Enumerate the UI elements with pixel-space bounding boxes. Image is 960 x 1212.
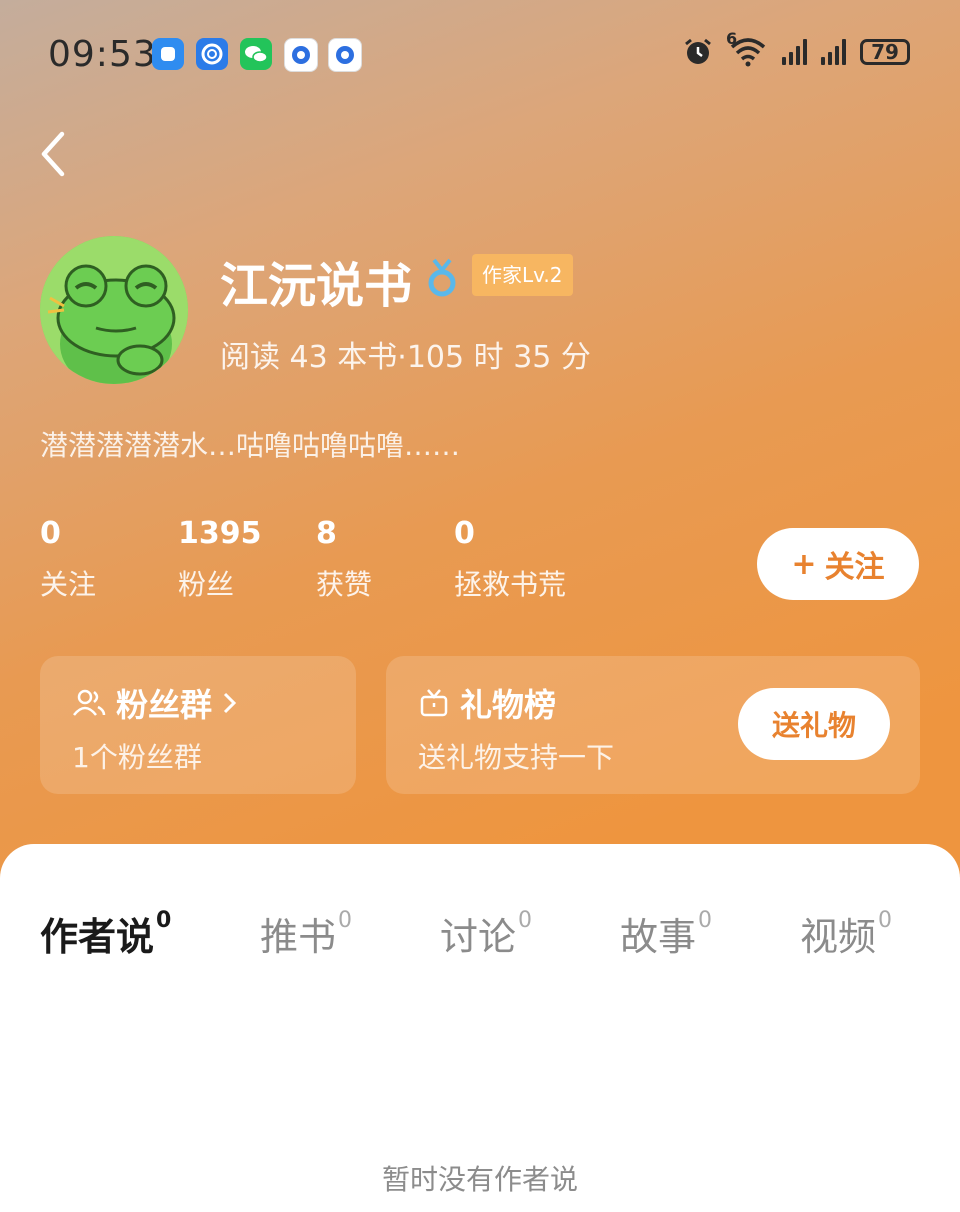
stat-value: 8: [316, 516, 337, 551]
medal-icon: [428, 258, 456, 297]
stat-label: 获赞: [316, 568, 373, 601]
group-users-icon: [73, 689, 106, 716]
reading-minutes: 35: [513, 340, 552, 375]
gift-board-subtitle: 送礼物支持一下: [418, 741, 615, 774]
stat-label: 关注: [40, 568, 97, 601]
wechat-icon: [240, 38, 272, 70]
reading-stats: 阅读 43 本书·105 时 35 分: [220, 332, 591, 376]
author-bio: 潜潜潜潜潜水…咕噜咕噜咕噜……: [40, 429, 461, 462]
tab-count: 0: [698, 908, 713, 933]
author-name: 江沅说书: [220, 258, 413, 314]
alarm-icon: [685, 38, 711, 64]
fan-group-card[interactable]: 粉丝群 1个粉丝群: [40, 656, 356, 794]
stat-label: 拯救书荒: [454, 568, 567, 601]
stat-likes[interactable]: 8 获赞: [316, 516, 372, 603]
follow-button-label: 关注: [824, 550, 885, 585]
tab-videos[interactable]: 视频0: [800, 906, 892, 961]
stat-value: 0: [40, 516, 61, 551]
reading-prefix: 阅读: [220, 340, 280, 375]
empty-state-text: 暂时没有作者说: [381, 1163, 578, 1196]
avatar[interactable]: [40, 236, 188, 384]
tab-discussion[interactable]: 讨论0: [440, 906, 532, 961]
tab-count: 0: [338, 908, 353, 933]
tab-label: 故事: [620, 915, 697, 959]
gift-board-title: 礼物榜: [460, 686, 557, 724]
tab-recommend-books[interactable]: 推书0: [260, 906, 352, 961]
stat-label: 粉丝: [178, 568, 235, 601]
chat-app-icon: [152, 38, 184, 70]
network-badge: 6: [726, 29, 738, 48]
follow-button[interactable]: + 关注: [757, 528, 919, 600]
browser-app-icon: [196, 38, 228, 70]
back-arrow-icon[interactable]: [34, 128, 74, 180]
tab-count: 0: [518, 908, 533, 933]
status-time: 09:53: [48, 34, 157, 75]
tab-label: 视频: [800, 915, 877, 959]
tab-label: 讨论: [440, 915, 517, 959]
content-sheet: [0, 844, 960, 1212]
tab-count: 0: [878, 908, 893, 933]
reading-minutes-unit: 分: [560, 340, 591, 375]
fan-group-title-row: 粉丝群: [72, 680, 238, 726]
chevron-right-icon: [223, 692, 237, 714]
plus-icon: +: [791, 546, 817, 582]
gift-board-title-row: 礼物榜: [418, 680, 556, 726]
level-badge: 作家Lv.2: [472, 254, 573, 296]
gift-box-icon: [420, 689, 448, 717]
circle-app-icon-2: [328, 38, 362, 72]
wifi-icon: 6: [726, 29, 768, 67]
circle-app-icon: [284, 38, 318, 72]
tab-stories[interactable]: 故事0: [620, 906, 712, 961]
tab-author-says[interactable]: 作者说0: [40, 906, 171, 961]
stat-rescue[interactable]: 0 拯救书荒: [454, 516, 566, 603]
stat-fans[interactable]: 1395 粉丝: [178, 516, 262, 603]
tab-label: 推书: [260, 915, 337, 959]
reading-hours-unit: 时: [473, 340, 504, 375]
tab-count: 0: [156, 908, 172, 933]
fan-group-subtitle: 1个粉丝群: [72, 741, 202, 774]
reading-books-unit: 本书·: [337, 340, 407, 375]
battery-indicator: 79: [860, 39, 910, 65]
tab-label: 作者说: [40, 915, 155, 959]
reading-hours: 105: [406, 340, 465, 375]
reading-books: 43: [289, 340, 328, 375]
signal-icon-2: [821, 39, 846, 65]
status-indicators: 6 79: [682, 29, 910, 68]
stat-following[interactable]: 0 关注: [40, 516, 96, 603]
fan-group-title: 粉丝群: [116, 686, 213, 724]
signal-icon: [782, 39, 807, 65]
stat-value: 1395: [178, 516, 262, 551]
send-gift-button[interactable]: 送礼物: [738, 688, 890, 760]
stat-value: 0: [454, 516, 475, 551]
